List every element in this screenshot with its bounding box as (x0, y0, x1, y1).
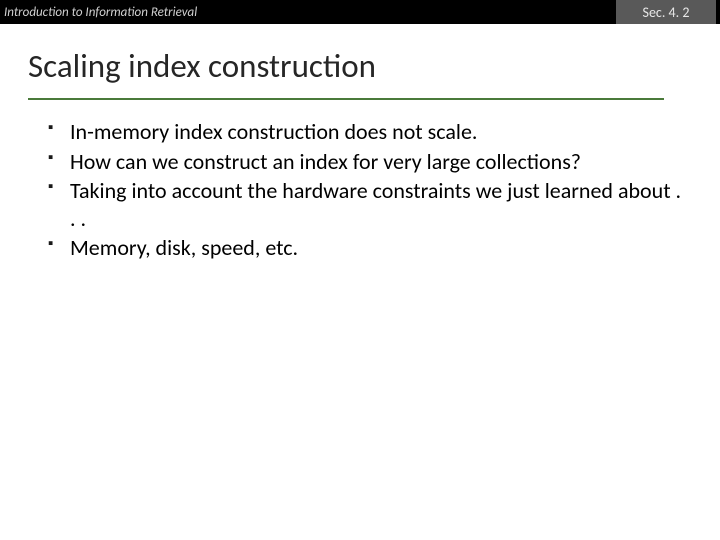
bullet-list: In-memory index construction does not sc… (48, 118, 690, 262)
section-box: Sec. 4. 2 (616, 0, 716, 24)
list-item: Memory, disk, speed, etc. (48, 234, 690, 262)
list-item: How can we construct an index for very l… (48, 148, 690, 176)
course-title: Introduction to Information Retrieval (4, 5, 197, 20)
slide-title: Scaling index construction (28, 46, 692, 86)
slide-header-bar: Introduction to Information Retrieval Se… (0, 0, 720, 24)
list-item: Taking into account the hardware constra… (48, 177, 690, 232)
title-area: Scaling index construction (0, 24, 720, 92)
section-label: Sec. 4. 2 (643, 4, 690, 21)
slide-content: In-memory index construction does not sc… (0, 100, 720, 262)
list-item: In-memory index construction does not sc… (48, 118, 690, 146)
